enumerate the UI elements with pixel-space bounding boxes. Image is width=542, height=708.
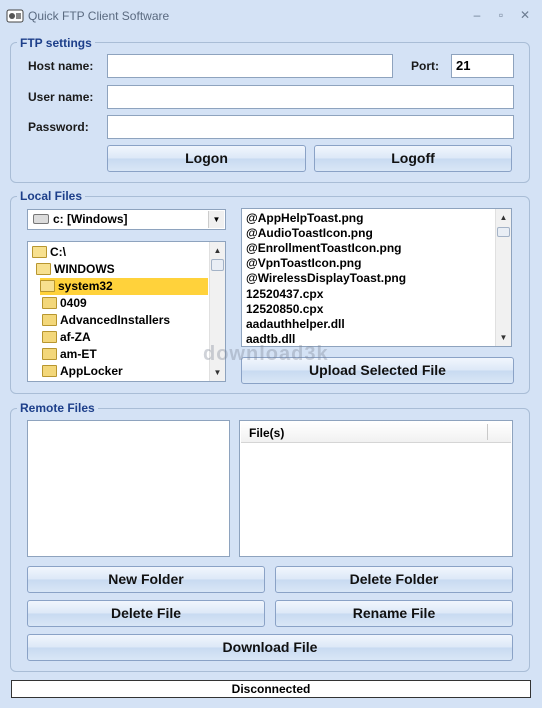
new-folder-button[interactable]: New Folder — [27, 566, 265, 593]
password-field[interactable] — [107, 115, 514, 139]
delete-file-button[interactable]: Delete File — [27, 600, 265, 627]
list-item[interactable]: @VpnToastIcon.png — [246, 256, 361, 271]
host-name-field[interactable] — [107, 54, 393, 78]
port-field[interactable]: 21 — [451, 54, 514, 78]
list-item[interactable]: @AudioToastIcon.png — [246, 226, 373, 241]
tree-item-0409[interactable]: 0409 — [42, 295, 87, 312]
scroll-up-icon[interactable]: ▲ — [210, 243, 225, 258]
chevron-down-icon[interactable]: ▼ — [208, 211, 224, 228]
scroll-up-icon[interactable]: ▲ — [496, 210, 511, 225]
folder-icon — [42, 331, 57, 343]
list-item[interactable]: @WirelessDisplayToast.png — [246, 271, 406, 286]
delete-folder-button[interactable]: Delete Folder — [275, 566, 513, 593]
folder-icon — [42, 314, 57, 326]
user-name-field[interactable] — [107, 85, 514, 109]
file-list-header: File(s) — [241, 422, 511, 443]
remote-files-legend: Remote Files — [17, 401, 98, 415]
scroll-thumb[interactable] — [497, 227, 510, 237]
local-file-list[interactable]: @AppHelpToast.png @AudioToastIcon.png @E… — [241, 208, 512, 347]
file-list-scrollbar[interactable]: ▲ ▼ — [495, 209, 511, 346]
list-item[interactable]: @AppHelpToast.png — [246, 211, 363, 226]
minimize-button[interactable]: – — [467, 6, 487, 24]
title-bar: Quick FTP Client Software – ▫ ✕ — [0, 0, 542, 32]
folder-icon — [42, 297, 57, 309]
column-divider — [487, 424, 488, 440]
scroll-down-icon[interactable]: ▼ — [210, 365, 225, 380]
tree-item-c-drive[interactable]: C:\ — [32, 244, 66, 261]
files-column-header[interactable]: File(s) — [249, 426, 284, 440]
scroll-down-icon[interactable]: ▼ — [496, 330, 511, 345]
folder-icon — [42, 348, 57, 360]
tree-item-am-et[interactable]: am-ET — [42, 346, 97, 363]
folder-open-icon — [32, 246, 47, 258]
list-item[interactable]: 12520850.cpx — [246, 302, 323, 317]
folder-open-icon — [36, 263, 51, 275]
list-item[interactable]: aadauthhelper.dll — [246, 317, 345, 332]
tree-item-windows[interactable]: WINDOWS — [36, 261, 115, 278]
list-item[interactable]: 12520437.cpx — [246, 287, 323, 302]
tree-item-system32[interactable]: system32 — [40, 278, 208, 295]
restore-button[interactable]: ▫ — [491, 6, 511, 24]
remote-file-list[interactable]: File(s) — [239, 420, 513, 557]
user-name-label: User name: — [28, 90, 94, 104]
tree-item-af-za[interactable]: af-ZA — [42, 329, 91, 346]
ftp-settings-legend: FTP settings — [17, 36, 95, 50]
hard-drive-icon — [33, 214, 49, 224]
drive-select[interactable]: c: [Windows] ▼ — [27, 209, 226, 230]
watermark: download3k — [203, 343, 329, 365]
logon-button[interactable]: Logon — [107, 145, 306, 172]
tree-item-applocker[interactable]: AppLocker — [42, 363, 123, 380]
password-label: Password: — [28, 120, 89, 134]
logoff-button[interactable]: Logoff — [314, 145, 512, 172]
port-label: Port: — [411, 59, 439, 73]
window-title: Quick FTP Client Software — [28, 9, 170, 23]
status-bar: Disconnected — [11, 680, 531, 698]
drive-select-value: c: [Windows] — [53, 212, 128, 226]
folder-tree[interactable]: C:\ WINDOWS system32 0409 AdvancedInstal… — [27, 241, 226, 382]
close-button[interactable]: ✕ — [515, 6, 535, 24]
list-item[interactable]: @EnrollmentToastIcon.png — [246, 241, 401, 256]
local-files-legend: Local Files — [17, 189, 86, 203]
rename-file-button[interactable]: Rename File — [275, 600, 513, 627]
download-file-button[interactable]: Download File — [27, 634, 513, 661]
folder-open-icon — [40, 280, 55, 292]
app-icon — [6, 9, 24, 23]
remote-folder-tree[interactable] — [27, 420, 230, 557]
host-name-label: Host name: — [28, 59, 94, 73]
scroll-thumb[interactable] — [211, 259, 224, 271]
folder-icon — [42, 365, 57, 377]
tree-item-advancedinstallers[interactable]: AdvancedInstallers — [42, 312, 170, 329]
